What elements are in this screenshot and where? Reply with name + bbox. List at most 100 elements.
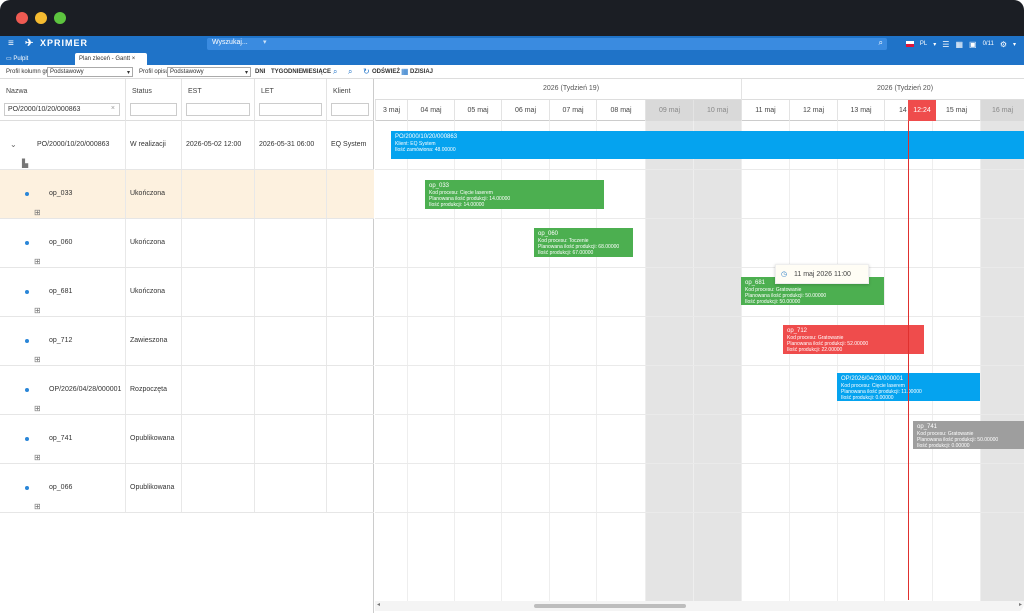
operation-icon: ⊞: [34, 453, 41, 462]
operation-icon: ⊞: [34, 404, 41, 413]
table-row[interactable]: ⊞ op_741 Opublikowana: [0, 415, 374, 464]
bar-line: Ilość produkcji: 0.00000: [917, 443, 970, 449]
view-days-button[interactable]: DNI: [255, 69, 265, 75]
client-cell: [327, 464, 374, 512]
let-filter-input[interactable]: [259, 103, 322, 116]
client-filter-input[interactable]: [331, 103, 369, 116]
search-icon[interactable]: ⌕: [879, 38, 883, 48]
week-label: 2026 (Tydzień 20): [877, 85, 934, 92]
close-window-button[interactable]: [16, 12, 28, 24]
chevron-down-icon[interactable]: ▾: [1013, 41, 1016, 48]
let-cell: 2026-05-31 06:00: [255, 121, 327, 169]
name-cell: ⊞ op_066: [0, 464, 126, 512]
est-filter-input[interactable]: [186, 103, 250, 116]
bar-line: Ilość produkcji: 67.00000: [538, 250, 594, 256]
view-months-button[interactable]: MIESIĄCE: [302, 69, 331, 75]
view-weeks-button[interactable]: TYGODNIE: [271, 69, 302, 75]
global-search[interactable]: Wyszukaj... ▾ ⌕: [207, 38, 887, 50]
client-cell: [327, 317, 374, 365]
scroll-right-icon[interactable]: ▸: [1019, 601, 1022, 608]
logo-icon: ✈: [25, 38, 35, 49]
maximize-window-button[interactable]: [54, 12, 66, 24]
day-label: 06 maj: [501, 100, 549, 121]
minimize-window-button[interactable]: [35, 12, 47, 24]
status-cell: Opublikowana: [126, 415, 182, 463]
name-cell: ⊞ OP/2026/04/28/000001: [0, 366, 126, 414]
table-row[interactable]: ⊞ op_033 Ukończona: [0, 170, 374, 219]
bullet-icon: [25, 437, 29, 441]
bullet-icon: [25, 388, 29, 392]
calendar-icon[interactable]: ▦: [401, 67, 409, 76]
zoom-out-icon[interactable]: ⌕: [348, 67, 352, 77]
chevron-down-icon[interactable]: ▾: [263, 38, 267, 46]
menu-icon[interactable]: ≡: [8, 39, 14, 49]
refresh-icon[interactable]: ↻: [363, 67, 370, 76]
column-title: LET: [261, 88, 274, 95]
est-cell: [182, 464, 255, 512]
profile2-select[interactable]: Podstawowy ▾: [167, 67, 251, 77]
day-label: 13 maj: [837, 100, 884, 121]
let-cell: [255, 464, 327, 512]
gantt-row: [375, 317, 1024, 366]
table-row[interactable]: ⊞ op_066 Opublikowana: [0, 464, 374, 513]
list-icon[interactable]: ☰: [942, 40, 949, 49]
close-icon[interactable]: ×: [132, 56, 136, 62]
scroll-left-icon[interactable]: ◂: [377, 601, 380, 608]
gantt-bar-order[interactable]: PO/2000/10/20/000863 Klient: EQ System I…: [391, 131, 1024, 159]
status-cell: Ukończona: [126, 268, 182, 316]
monitor-icon[interactable]: ▣: [969, 40, 977, 49]
tooltip-text: 11 maj 2026 11:00: [794, 271, 851, 278]
tab-bar: ▭ Pulpit Plan zleceń - Gantt ×: [0, 52, 1024, 65]
column-client: Klient: [327, 79, 374, 121]
window-titlebar: [0, 0, 1024, 36]
refresh-button[interactable]: ODŚWIEŻ: [372, 69, 400, 75]
scrollbar-thumb[interactable]: [534, 604, 686, 608]
task-grid: Nazwa PO/2000/10/20/000863 × Status EST …: [0, 79, 374, 613]
day-label: 15 maj: [932, 100, 980, 121]
gantt-bar-op-741[interactable]: op_741 Kod procesu: Gratowanie Planowana…: [913, 421, 1024, 449]
current-time-line: [908, 100, 909, 600]
brand-name: XPRIMER: [40, 38, 89, 48]
profile-select[interactable]: Podstawowy ▾: [47, 67, 133, 77]
profile-label: Profil kolumn grid: [6, 69, 53, 75]
week-header: 2026 (Tydzień 19) 2026 (Tydzień 20): [375, 79, 1024, 100]
today-button[interactable]: DZISIAJ: [410, 69, 433, 75]
day-label: 3 maj: [375, 100, 407, 121]
est-cell: [182, 268, 255, 316]
status-cell: W realizacji: [126, 121, 182, 169]
gantt-bar-op-712[interactable]: op_712 Kod procesu: Gratowanie Planowana…: [783, 325, 924, 354]
table-row[interactable]: ⊞ op_681 Ukończona: [0, 268, 374, 317]
operation-icon: ⊞: [34, 257, 41, 266]
bullet-icon: [25, 339, 29, 343]
bar-line: Ilość produkcji: 50.00000: [745, 299, 801, 305]
tab-pulpit[interactable]: ▭ Pulpit: [2, 53, 32, 65]
table-row[interactable]: ⊞ OP/2026/04/28/000001 Rozpoczęta: [0, 366, 374, 415]
tab-label: Pulpit: [13, 56, 29, 62]
tab-label: Plan zleceń - Gantt: [79, 56, 131, 62]
chevron-down-icon[interactable]: ⌄: [10, 121, 17, 169]
table-row[interactable]: ⊞ op_060 Ukończona: [0, 219, 374, 268]
row-name: op_741: [49, 435, 73, 442]
chevron-down-icon[interactable]: ▾: [933, 41, 936, 48]
zoom-in-icon[interactable]: ⌕: [333, 67, 337, 77]
gantt-row: [375, 464, 1024, 513]
status-cell: Ukończona: [126, 219, 182, 267]
gantt-bar-op-033[interactable]: op_033 Kod procesu: Cięcie laserem Plano…: [425, 180, 604, 209]
name-filter-input[interactable]: PO/2000/10/20/000863 ×: [4, 103, 120, 116]
let-cell: [255, 268, 327, 316]
gear-icon[interactable]: ⚙: [1000, 40, 1007, 49]
gantt-bar-op-060[interactable]: op_060 Kod procesu: Toczenie Planowana i…: [534, 228, 633, 257]
operation-icon: ⊞: [34, 355, 41, 364]
table-row[interactable]: ⊞ op_712 Zawieszona: [0, 317, 374, 366]
status-filter-input[interactable]: [130, 103, 177, 116]
status-cell: Ukończona: [126, 170, 182, 218]
column-est: EST: [182, 79, 255, 121]
calendar-icon[interactable]: ▦: [955, 40, 963, 49]
column-title: Status: [132, 88, 152, 95]
horizontal-scrollbar[interactable]: ◂ ▸: [375, 601, 1024, 611]
table-row[interactable]: ⌄ ▙ PO/2000/10/20/000863 W realizacji 20…: [0, 121, 374, 170]
clear-icon[interactable]: ×: [111, 105, 115, 112]
language-select[interactable]: PL: [920, 41, 927, 47]
tab-gantt[interactable]: Plan zleceń - Gantt ×: [75, 53, 147, 65]
day-label: 16 maj: [980, 100, 1024, 121]
